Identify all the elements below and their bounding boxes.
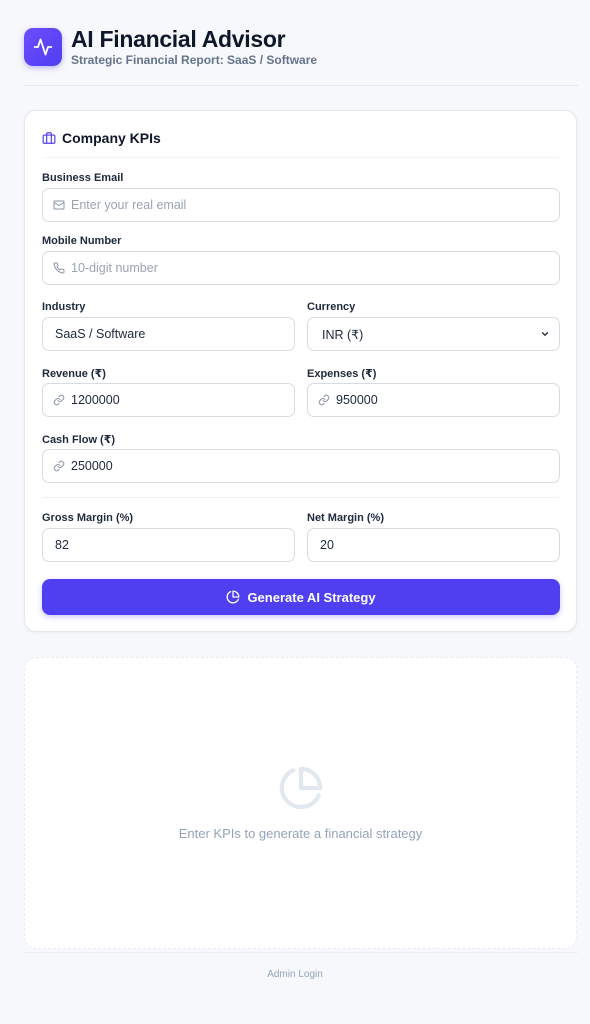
mobile-label: Mobile Number	[42, 235, 122, 247]
app-subtitle: Strategic Financial Report: SaaS / Softw…	[71, 53, 318, 67]
email-input[interactable]	[71, 198, 559, 212]
app-header: AI Financial Advisor Strategic Financial…	[24, 26, 566, 67]
phone-icon	[53, 262, 65, 274]
chevron-down-icon	[540, 329, 550, 339]
link-icon	[53, 394, 65, 406]
industry-label: Industry	[42, 301, 86, 313]
mobile-field[interactable]	[42, 251, 560, 285]
card-divider	[42, 157, 559, 158]
gross-margin-input[interactable]	[55, 538, 294, 552]
mail-icon	[53, 199, 65, 211]
link-icon	[318, 394, 330, 406]
pie-chart-icon	[226, 590, 240, 604]
activity-pulse-icon	[24, 27, 62, 66]
revenue-input[interactable]	[71, 393, 294, 407]
revenue-field[interactable]	[42, 383, 295, 417]
net-margin-field[interactable]	[307, 528, 560, 562]
header-divider	[24, 85, 578, 86]
expenses-label: Expenses (₹)	[307, 368, 377, 380]
net-margin-input[interactable]	[320, 538, 559, 552]
section-divider	[42, 497, 559, 498]
currency-label: Currency	[307, 301, 356, 313]
cash-flow-label: Cash Flow (₹)	[42, 434, 116, 446]
expenses-field[interactable]	[307, 383, 560, 417]
kpi-form-card: Company KPIs Business Email Mobile Numbe…	[24, 110, 577, 632]
currency-value: INR (₹)	[322, 327, 364, 342]
cash-flow-input[interactable]	[71, 459, 559, 473]
strategy-result-panel: Enter KPIs to generate a financial strat…	[24, 657, 577, 949]
cash-flow-field[interactable]	[42, 449, 560, 483]
generate-strategy-label: Generate AI Strategy	[247, 589, 376, 605]
expenses-input[interactable]	[336, 393, 559, 407]
pie-chart-icon	[278, 765, 324, 811]
mobile-input[interactable]	[71, 261, 559, 275]
generate-strategy-button[interactable]: Generate AI Strategy	[42, 579, 560, 615]
section-title: Company KPIs	[62, 130, 161, 146]
net-margin-label: Net Margin (%)	[307, 512, 384, 524]
industry-input[interactable]	[55, 327, 294, 341]
revenue-label: Revenue (₹)	[42, 368, 106, 380]
empty-state-text: Enter KPIs to generate a financial strat…	[178, 826, 423, 841]
gross-margin-field[interactable]	[42, 528, 295, 562]
link-icon	[53, 460, 65, 472]
email-label: Business Email	[42, 172, 124, 184]
footer-divider	[24, 952, 578, 953]
gross-margin-label: Gross Margin (%)	[42, 512, 134, 524]
industry-field[interactable]	[42, 317, 295, 351]
email-field[interactable]	[42, 188, 560, 222]
app-title: AI Financial Advisor	[71, 26, 286, 52]
currency-select[interactable]: INR (₹)	[307, 317, 560, 351]
admin-login-link[interactable]: Admin Login	[0, 969, 590, 980]
briefcase-icon	[42, 131, 56, 145]
